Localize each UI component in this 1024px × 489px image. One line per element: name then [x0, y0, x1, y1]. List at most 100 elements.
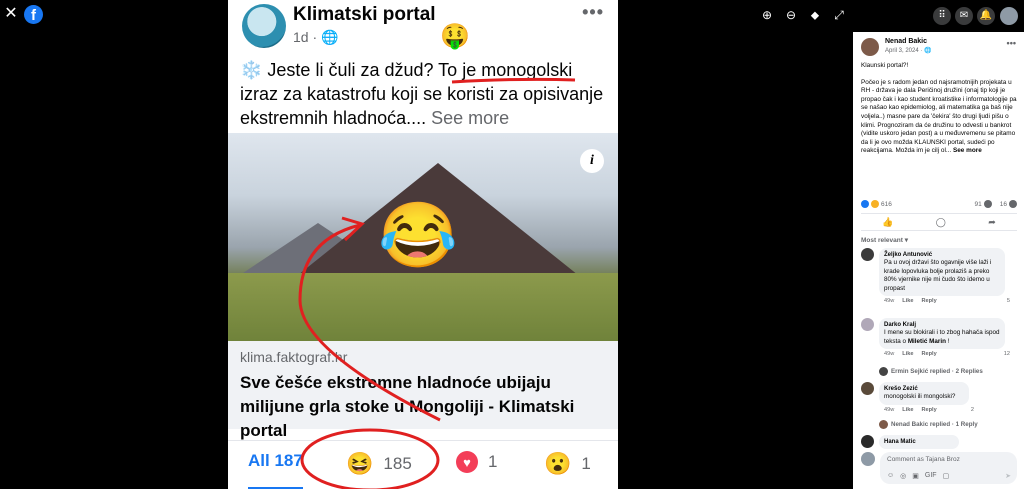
zoom-out-icon[interactable]: ⊖ [784, 8, 798, 23]
haha-reaction-icon [871, 200, 879, 208]
snowflake-icon: ❄️ [240, 60, 263, 80]
comment-time[interactable]: 49w [884, 351, 894, 357]
comment-count-icon [983, 200, 992, 208]
tab-all-reactions: All 187 [248, 451, 303, 489]
post-author: Nenad Bakic April 3, 2024 · 🌐 [861, 38, 932, 56]
haha-count: 185 [383, 454, 412, 473]
post-options-icon[interactable]: ••• [1007, 38, 1016, 48]
facebook-logo-icon[interactable]: f [24, 5, 43, 24]
reaction-summary[interactable]: 616 [861, 200, 892, 208]
link-title: Sve češće ekstremne hladnoće ubijaju mil… [240, 373, 575, 440]
author-name[interactable]: Nenad Bakic [885, 38, 932, 45]
comment-composer: Comment as Tajana Broz ☺ ◎ ▣ GIF ▢ ➤ [861, 452, 1017, 484]
close-icon[interactable]: ✕ [4, 6, 18, 22]
like-reaction-icon [861, 200, 869, 208]
notifications-icon[interactable]: 🔔 [977, 7, 995, 25]
replier-avatar [879, 367, 888, 376]
commenter-name[interactable]: Hana Matic [884, 438, 954, 446]
commenter-avatar[interactable] [861, 435, 874, 448]
comment-reply-link[interactable]: Reply [921, 298, 936, 304]
post-time: 1d · [293, 29, 322, 45]
comment-share-counts: 91 16 [975, 200, 1017, 208]
post-actions: 👍 ◯ ➦ [861, 213, 1017, 231]
view-replies-link[interactable]: Nenad Bakic replied · 1 Reply [879, 420, 978, 429]
comment-placeholder: Comment as Tajana Broz [887, 456, 960, 463]
gif-icon[interactable]: GIF [925, 472, 937, 480]
comments-count[interactable]: 91 [975, 201, 982, 208]
tab-love-reactions: ♥ 1 [456, 451, 497, 473]
share-button-icon[interactable]: ➦ [988, 217, 996, 228]
engagement-counts: 616 91 16 [861, 200, 1017, 208]
comment-reaction-count[interactable]: 2 [971, 407, 974, 413]
top-navigation: ⠿ ✉ 🔔 [853, 0, 1024, 32]
wow-icon: 😮 [544, 451, 572, 476]
comment-input[interactable]: Comment as Tajana Broz ☺ ◎ ▣ GIF ▢ ➤ [880, 452, 1017, 484]
laughing-emoji: 😂 [378, 199, 458, 271]
comment-button-icon[interactable]: ◯ [936, 217, 946, 228]
money-face-emoji: 🤑 [440, 23, 470, 50]
grass-field [228, 273, 618, 341]
post-date[interactable]: April 3, 2024 · 🌐 [885, 47, 932, 54]
send-icon[interactable]: ➤ [1005, 472, 1011, 480]
replier-avatar [879, 420, 888, 429]
view-replies-link[interactable]: Ermin Sejkić replied · 2 Replies [879, 367, 983, 376]
comment-reply-link[interactable]: Reply [921, 407, 936, 413]
comment-reaction-count[interactable]: 12 [1004, 351, 1010, 357]
comment-like-link[interactable]: Like [902, 298, 913, 304]
replies-text: Ermin Sejkić replied · 2 Replies [891, 368, 983, 375]
comment-meta: 49w Like Reply 12 [879, 351, 1010, 357]
comment-bubble: Željko Antunović Pa u ovoj državi što og… [879, 248, 1005, 297]
sticker-icon[interactable]: ▢ [943, 472, 950, 480]
commenter-avatar[interactable] [861, 248, 874, 261]
profile-avatar[interactable] [1000, 7, 1018, 25]
comment-meta: 49w Like Reply 2 [879, 407, 974, 413]
caption-see-more[interactable]: See more [953, 147, 982, 154]
fullscreen-icon[interactable]: ⤢ [832, 8, 846, 23]
comment-like-link[interactable]: Like [902, 407, 913, 413]
see-more-link: See more [431, 108, 510, 128]
share-count-icon [1009, 200, 1017, 208]
mentioned-user[interactable]: Miletić Marin [908, 338, 946, 345]
caption-text: Počeo je s radom jedan od najsramotnijih… [861, 78, 1017, 155]
comment-reaction-count[interactable]: 5 [1007, 298, 1010, 304]
page-avatar [242, 4, 286, 48]
author-avatar[interactable] [861, 38, 879, 56]
comment-tools: ☺ ◎ ▣ GIF ▢ [887, 472, 949, 480]
comment-time[interactable]: 49w [884, 407, 894, 413]
avatar-sticker-icon[interactable]: ◎ [900, 472, 906, 480]
post-caption: Klaunski portal?! Počeo je s radom jedan… [861, 62, 1017, 164]
comment-bubble: Krešo Zezić monogolski ili mongolski? [879, 382, 969, 405]
comment-sort-dropdown[interactable]: Most relevant ▾ [861, 236, 908, 244]
camera-icon[interactable]: ▣ [912, 472, 919, 480]
post-details-panel: Nenad Bakic April 3, 2024 · 🌐 ••• Klauns… [853, 32, 1024, 489]
reaction-tabs: All 187 😆 185 ♥ 1 😮 1 [228, 440, 618, 489]
commenter-name[interactable]: Željko Antunović [884, 251, 1000, 259]
haha-icon: 😆 [346, 451, 374, 476]
reaction-count: 616 [881, 200, 892, 208]
messenger-icon[interactable]: ✉ [955, 7, 973, 25]
menu-icon[interactable]: ⠿ [933, 7, 951, 25]
commenter-name[interactable]: Darko Kralj [884, 321, 1000, 329]
commenter-avatar[interactable] [861, 318, 874, 331]
tab-wow-reactions: 😮 1 [544, 451, 591, 477]
post-meta: 1d · 🌐 [293, 29, 338, 46]
commenter-name[interactable]: Krešo Zezić [884, 385, 964, 393]
more-options-icon: ••• [582, 2, 604, 22]
page-name: Klimatski portal [293, 4, 436, 25]
shares-count[interactable]: 16 [1000, 201, 1007, 208]
comment-meta: 49w Like Reply 5 [879, 298, 1010, 304]
comment-reply-link[interactable]: Reply [921, 351, 936, 357]
comment: Hana Matic [861, 435, 959, 449]
tag-icon[interactable]: ⬥ [808, 8, 822, 23]
comment-time[interactable]: 49w [884, 298, 894, 304]
current-user-avatar [861, 452, 875, 466]
wow-count: 1 [581, 454, 591, 473]
emoji-icon[interactable]: ☺ [887, 472, 894, 480]
like-button-icon[interactable]: 👍 [882, 217, 893, 228]
mountain-photo: i 😂 [228, 133, 618, 341]
panel-content: Nenad Bakic April 3, 2024 · 🌐 ••• Klauns… [853, 32, 1024, 489]
commenter-avatar[interactable] [861, 382, 874, 395]
zoom-in-icon[interactable]: ⊕ [760, 8, 774, 23]
comment-like-link[interactable]: Like [902, 351, 913, 357]
love-count: 1 [488, 452, 498, 471]
